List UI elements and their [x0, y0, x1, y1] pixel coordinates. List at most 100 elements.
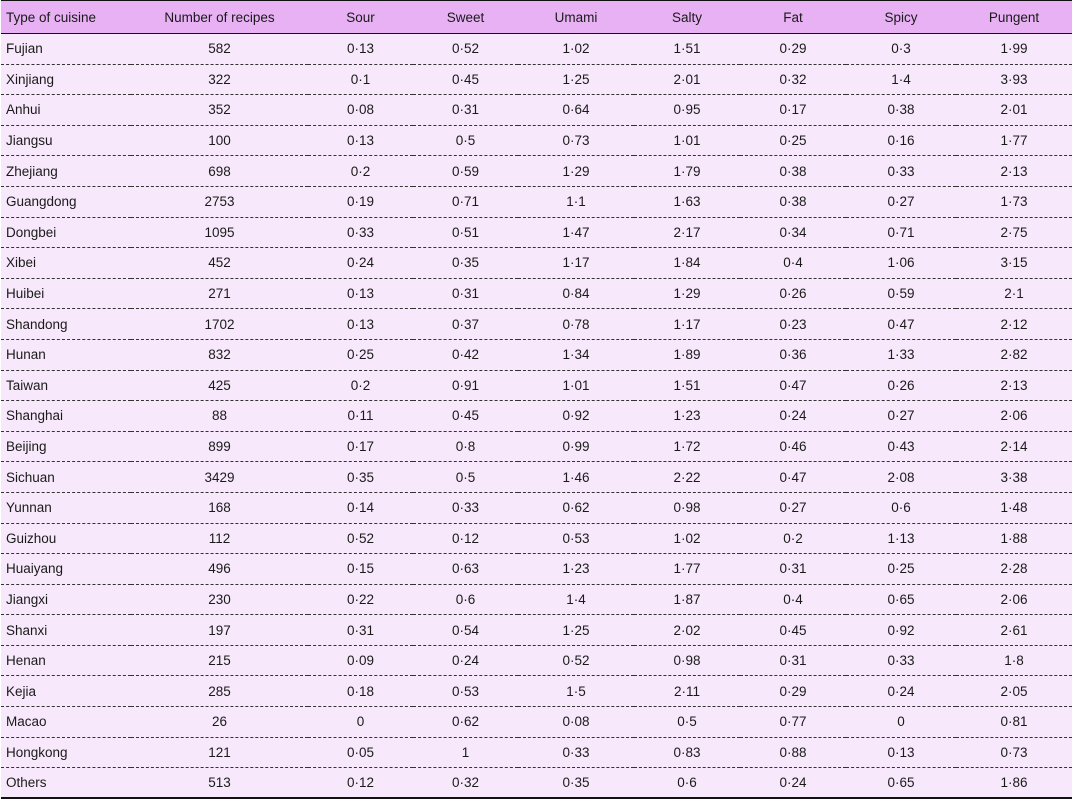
cell-pungent: 1·73 [956, 186, 1072, 218]
cell-sour: 0·22 [308, 584, 413, 616]
cell-spicy: 0 [846, 706, 956, 738]
cell-fat: 0·24 [740, 767, 846, 800]
cell-sour: 0·2 [308, 370, 413, 402]
cell-pungent: 0·81 [956, 706, 1072, 738]
cell-salty: 1·63 [634, 186, 740, 218]
cell-fat: 0·26 [740, 278, 846, 310]
cell-pungent: 1·8 [956, 645, 1072, 677]
cell-sour: 0·11 [308, 400, 413, 432]
cell-recipes: 3429 [131, 461, 308, 493]
cell-cuisine: Xinjiang [1, 64, 131, 96]
cell-sweet: 0·71 [413, 186, 518, 218]
cell-sweet: 0·31 [413, 278, 518, 310]
cell-recipes: 899 [131, 431, 308, 463]
table-row: Huaiyang 496 0·15 0·63 1·23 1·77 0·31 0·25 2·28 [1, 553, 1072, 585]
cell-cuisine: Zhejiang [1, 155, 131, 187]
cell-recipes: 452 [131, 247, 308, 279]
cell-sour: 0·13 [308, 278, 413, 310]
cell-fat: 0·47 [740, 370, 846, 402]
cell-recipes: 215 [131, 645, 308, 677]
cell-sour: 0 [308, 706, 413, 738]
cell-pungent: 2·13 [956, 370, 1072, 402]
header-sweet: Sweet [413, 0, 518, 34]
cell-sweet: 0·45 [413, 400, 518, 432]
cell-recipes: 513 [131, 767, 308, 800]
cell-salty: 1·77 [634, 553, 740, 585]
cell-cuisine: Taiwan [1, 370, 131, 402]
cell-salty: 0·95 [634, 94, 740, 126]
table-row: Anhui 352 0·08 0·31 0·64 0·95 0·17 0·38 2·01 [1, 94, 1072, 126]
cell-recipes: 582 [131, 33, 308, 65]
table-row: Fujian 582 0·13 0·52 1·02 1·51 0·29 0·3 1·99 [1, 33, 1072, 65]
cell-spicy: 0·47 [846, 308, 956, 340]
cell-fat: 0·31 [740, 645, 846, 677]
cell-recipes: 322 [131, 64, 308, 96]
cell-spicy: 0·26 [846, 370, 956, 402]
cell-pungent: 2·82 [956, 339, 1072, 371]
cell-pungent: 1·77 [956, 125, 1072, 157]
header-fat: Fat [740, 0, 846, 34]
cell-cuisine: Huibei [1, 278, 131, 310]
cell-cuisine: Kejia [1, 675, 131, 708]
cell-salty: 1·17 [634, 308, 740, 340]
cell-umami: 1·02 [518, 33, 634, 65]
cell-salty: 1·02 [634, 523, 740, 555]
cell-pungent: 2·05 [956, 675, 1072, 708]
table-row: Shanxi 197 0·31 0·54 1·25 2·02 0·45 0·92 2·61 [1, 614, 1072, 646]
table-row: Beijing 899 0·17 0·8 0·99 1·72 0·46 0·43 2·14 [1, 431, 1072, 463]
cell-spicy: 0·33 [846, 155, 956, 187]
cell-cuisine: Shanxi [1, 614, 131, 646]
cell-umami: 0·33 [518, 737, 634, 769]
cell-salty: 1·51 [634, 370, 740, 402]
cell-sour: 0·2 [308, 155, 413, 187]
cell-cuisine: Guizhou [1, 523, 131, 555]
cell-spicy: 0·6 [846, 492, 956, 524]
table-body: Fujian 582 0·13 0·52 1·02 1·51 0·29 0·3 1·99 Xinj… [1, 33, 1072, 800]
cell-salty: 2·11 [634, 675, 740, 708]
cell-sour: 0·19 [308, 186, 413, 218]
cell-recipes: 352 [131, 94, 308, 126]
cell-umami: 0·99 [518, 431, 634, 463]
table-row: Jiangxi 230 0·22 0·6 1·4 1·87 0·4 0·65 2·06 [1, 584, 1072, 616]
cell-cuisine: Xibei [1, 247, 131, 279]
cell-salty: 2·02 [634, 614, 740, 646]
table-row: Others 513 0·12 0·32 0·35 0·6 0·24 0·65 1·86 [1, 767, 1072, 800]
cell-pungent: 2·06 [956, 400, 1072, 432]
cell-sweet: 0·8 [413, 431, 518, 463]
cell-salty: 0·6 [634, 767, 740, 800]
cell-pungent: 1·48 [956, 492, 1072, 524]
cell-umami: 1·29 [518, 155, 634, 187]
cell-sour: 0·33 [308, 217, 413, 249]
cell-fat: 0·23 [740, 308, 846, 340]
cell-fat: 0·24 [740, 400, 846, 432]
cell-cuisine: Fujian [1, 33, 131, 65]
cell-salty: 0·98 [634, 492, 740, 524]
cell-recipes: 496 [131, 553, 308, 585]
cell-pungent: 2·1 [956, 278, 1072, 310]
cell-cuisine: Sichuan [1, 461, 131, 493]
cell-umami: 1·25 [518, 64, 634, 96]
table-row: Sichuan 3429 0·35 0·5 1·46 2·22 0·47 2·08 3·38 [1, 461, 1072, 493]
cell-spicy: 1·13 [846, 523, 956, 555]
cell-sweet: 0·42 [413, 339, 518, 371]
cell-salty: 2·17 [634, 217, 740, 249]
cell-spicy: 0·38 [846, 94, 956, 126]
cell-pungent: 2·28 [956, 553, 1072, 585]
cell-cuisine: Macao [1, 706, 131, 738]
cell-spicy: 0·27 [846, 400, 956, 432]
cell-cuisine: Shandong [1, 308, 131, 340]
cell-umami: 1·47 [518, 217, 634, 249]
cell-sour: 0·24 [308, 247, 413, 279]
cell-recipes: 285 [131, 675, 308, 708]
cell-spicy: 2·08 [846, 461, 956, 493]
cell-fat: 0·29 [740, 33, 846, 65]
cell-salty: 1·01 [634, 125, 740, 157]
cell-cuisine: Guangdong [1, 186, 131, 218]
cell-spicy: 1·33 [846, 339, 956, 371]
cell-recipes: 271 [131, 278, 308, 310]
cell-recipes: 197 [131, 614, 308, 646]
table-row: Kejia 285 0·18 0·53 1·5 2·11 0·29 0·24 2·05 [1, 675, 1072, 708]
cell-umami: 1·1 [518, 186, 634, 218]
cell-fat: 0·46 [740, 431, 846, 463]
cell-cuisine: Jiangxi [1, 584, 131, 616]
